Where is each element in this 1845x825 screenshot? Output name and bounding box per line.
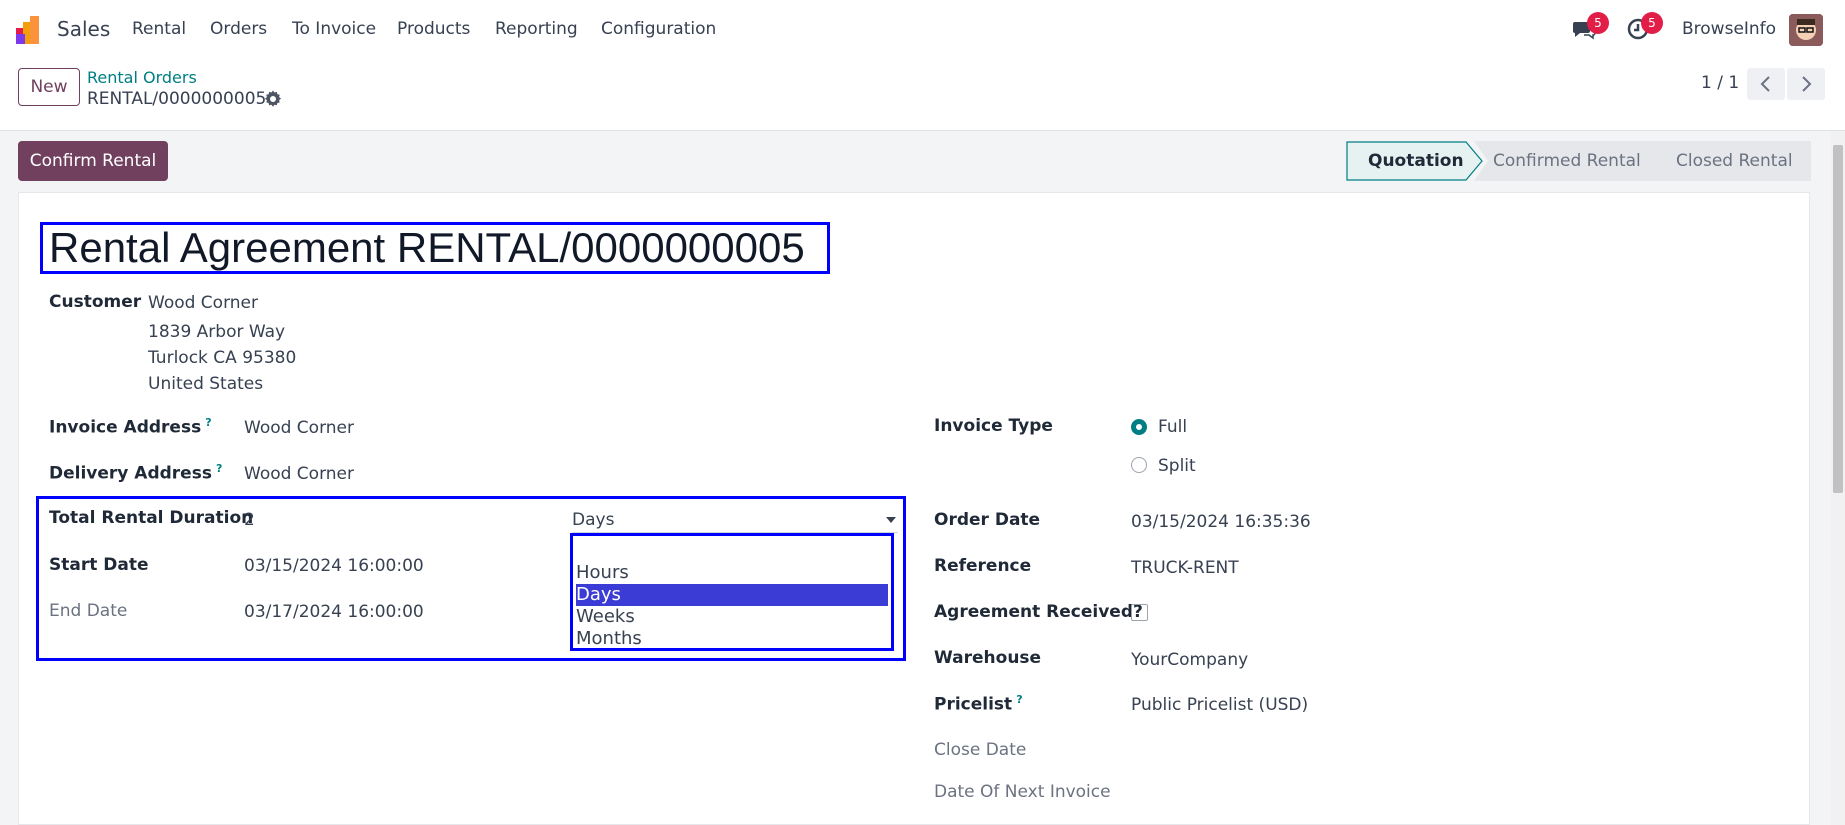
status-bar: Quotation Confirmed Rental Closed Rental <box>1346 141 1811 181</box>
pager-value[interactable]: 1 / 1 <box>1701 73 1739 93</box>
agreement-received-checkbox[interactable] <box>1131 604 1148 621</box>
menu-products[interactable]: Products <box>397 19 470 39</box>
menu-rental[interactable]: Rental <box>132 19 186 39</box>
end-date-label: End Date <box>49 601 128 621</box>
warehouse-field[interactable]: YourCompany <box>1131 650 1248 670</box>
option-hours[interactable]: Hours <box>576 562 888 584</box>
caret-down-icon <box>886 517 896 523</box>
menu-orders[interactable]: Orders <box>210 19 267 39</box>
warehouse-label: Warehouse <box>934 648 1042 668</box>
customer-name[interactable]: Wood Corner <box>148 293 258 313</box>
status-closed-rental[interactable]: Closed Rental <box>1676 141 1793 181</box>
delivery-address-label: Delivery Address? <box>49 462 223 484</box>
start-date-field[interactable]: 03/15/2024 16:00:00 <box>244 556 424 576</box>
avatar[interactable] <box>1789 14 1823 46</box>
status-quotation[interactable]: Quotation <box>1368 141 1464 181</box>
top-navbar <box>0 0 1845 58</box>
app-name[interactable]: Sales <box>57 17 110 41</box>
activities-badge: 5 <box>1641 12 1663 34</box>
confirm-rental-button[interactable]: Confirm Rental <box>18 141 168 181</box>
menu-configuration[interactable]: Configuration <box>601 19 716 39</box>
customer-address-line3: United States <box>148 374 264 394</box>
invoice-type-full-radio[interactable] <box>1131 419 1147 435</box>
breadcrumb-rental-orders[interactable]: Rental Orders <box>87 68 197 87</box>
delivery-address-field[interactable]: Wood Corner <box>244 464 354 484</box>
duration-input[interactable]: 2 <box>244 510 255 530</box>
duration-unit-value: Days <box>572 510 615 530</box>
chevron-right-icon <box>1802 76 1812 92</box>
gear-icon[interactable] <box>263 89 283 109</box>
pricelist-field[interactable]: Public Pricelist (USD) <box>1131 695 1308 715</box>
start-date-label: Start Date <box>49 555 149 575</box>
user-name[interactable]: BrowseInfo <box>1682 19 1776 39</box>
customer-label: Customer <box>49 292 142 312</box>
menu-reporting[interactable]: Reporting <box>495 19 578 39</box>
duration-label: Total Rental Duration <box>49 508 254 528</box>
page-title[interactable]: Rental Agreement RENTAL/0000000005 <box>49 222 805 274</box>
agreement-received-label: Agreement Received? <box>934 602 1143 622</box>
next-invoice-date-label: Date Of Next Invoice <box>934 782 1111 802</box>
customer-address-line1: 1839 Arbor Way <box>148 322 286 342</box>
end-date-field[interactable]: 03/17/2024 16:00:00 <box>244 602 424 622</box>
chevron-left-icon <box>1760 76 1770 92</box>
reference-field[interactable]: TRUCK-RENT <box>1131 558 1239 578</box>
pager-previous-button[interactable] <box>1747 68 1785 100</box>
customer-address-line2: Turlock CA 95380 <box>148 348 297 368</box>
order-date-label: Order Date <box>934 510 1041 530</box>
duration-unit-dropdown[interactable]: Hours Days Weeks Months <box>570 533 894 651</box>
menu-to-invoice[interactable]: To Invoice <box>292 19 376 39</box>
reference-label: Reference <box>934 556 1032 576</box>
sales-logo-icon[interactable] <box>16 14 46 44</box>
invoice-type-split-radio[interactable] <box>1131 457 1147 473</box>
status-confirmed-rental[interactable]: Confirmed Rental <box>1493 141 1641 181</box>
invoice-type-full-label[interactable]: Full <box>1158 417 1187 437</box>
order-date-field[interactable]: 03/15/2024 16:35:36 <box>1131 512 1311 532</box>
duration-unit-select[interactable]: Days <box>572 510 898 530</box>
breadcrumb-current: RENTAL/0000000005 <box>87 89 267 109</box>
new-button[interactable]: New <box>18 68 80 106</box>
invoice-address-label: Invoice Address? <box>49 416 212 438</box>
option-weeks[interactable]: Weeks <box>576 606 888 628</box>
messages-badge: 5 <box>1587 12 1609 34</box>
invoice-type-label: Invoice Type <box>934 416 1053 436</box>
pager-next-button[interactable] <box>1787 68 1825 100</box>
scrollbar-thumb[interactable] <box>1833 145 1843 493</box>
invoice-type-split-label[interactable]: Split <box>1158 456 1196 476</box>
pricelist-label: Pricelist? <box>934 693 1023 715</box>
option-days[interactable]: Days <box>576 584 888 606</box>
invoice-address-field[interactable]: Wood Corner <box>244 418 354 438</box>
option-months[interactable]: Months <box>576 628 888 650</box>
close-date-label: Close Date <box>934 740 1027 760</box>
